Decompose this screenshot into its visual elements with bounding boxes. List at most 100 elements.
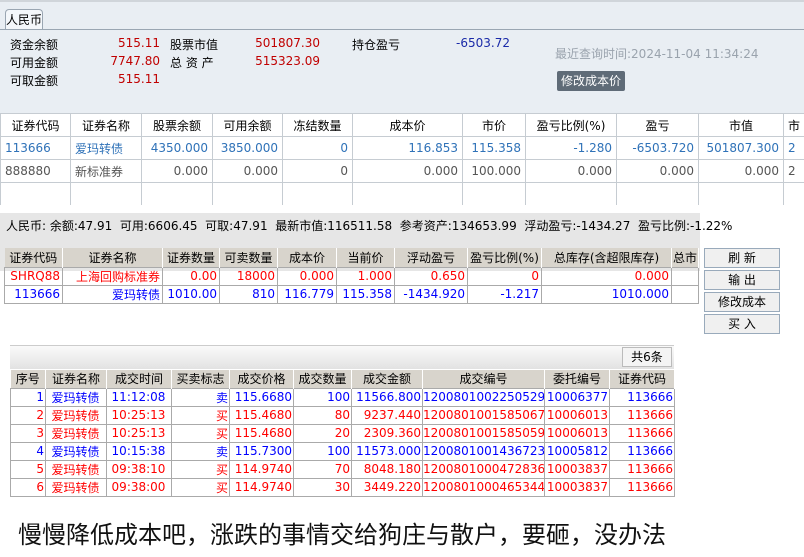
tab-rmb[interactable]: 人民币: [5, 9, 43, 30]
table-row[interactable]: 888880 新标准券 0.000 0.000 0 0.000 100.000 0.000 0.…: [0, 159, 804, 183]
table-cell: 113666: [609, 459, 675, 479]
table-cell: 10006013: [544, 423, 610, 443]
table-cell: 10003837: [544, 459, 610, 479]
table-cell: 1200801002250529: [422, 387, 545, 407]
column-header[interactable]: 盈亏比例(%): [525, 113, 617, 137]
column-header[interactable]: 证券名称: [70, 113, 142, 137]
column-header[interactable]: 可用余额: [212, 113, 283, 137]
label-total-assets: 总 资 产: [170, 56, 214, 70]
table-cell: 115.7300: [229, 441, 294, 461]
table-row[interactable]: 113666 爱玛转债 4350.000 3850.000 0 116.853 115.35…: [0, 136, 804, 160]
column-header[interactable]: 当前价: [336, 248, 395, 267]
export-button[interactable]: 输 出: [704, 270, 780, 290]
column-header[interactable]: 市: [783, 113, 804, 137]
column-header[interactable]: 成交价格: [229, 370, 294, 388]
table-cell: 5: [10, 459, 46, 479]
column-header[interactable]: 序号: [10, 370, 46, 388]
column-header[interactable]: 成本价: [277, 248, 337, 267]
column-header[interactable]: 盈亏: [616, 113, 699, 137]
column-header[interactable]: 成交编号: [422, 370, 545, 388]
column-header[interactable]: 证券代码: [0, 113, 71, 137]
table-cell: 09:38:00: [106, 477, 172, 497]
table-cell: -1434.920: [394, 284, 468, 304]
column-header[interactable]: 成本价: [352, 113, 463, 137]
column-header[interactable]: 证券名称: [62, 248, 163, 267]
table-row[interactable]: 3 爱玛转债 10:25:13 买 115.4680 20 2309.360 12008010…: [10, 423, 675, 443]
buy-button[interactable]: 买 入: [704, 314, 780, 334]
empty-cell: [462, 182, 526, 206]
column-header[interactable]: 可卖数量: [219, 248, 278, 267]
edit-cost-button[interactable]: 修改成本价: [557, 71, 625, 91]
empty-cell: [525, 182, 617, 206]
table-cell: 113666: [609, 423, 675, 443]
table-cell: 1200801000465344: [422, 477, 545, 497]
column-header[interactable]: 证券名称: [45, 370, 107, 388]
table-row[interactable]: 4 爱玛转债 10:15:38 卖 115.7300 100 11573.000 120080…: [10, 441, 675, 461]
value-withdrawable: 515.11: [118, 72, 160, 86]
table-cell: 爱玛转债: [45, 405, 107, 425]
table-cell: 10003837: [544, 477, 610, 497]
value-available: 7747.80: [110, 54, 160, 68]
refresh-button[interactable]: 刷 新: [704, 248, 780, 268]
column-header[interactable]: 总库存(含超限库存): [541, 248, 672, 267]
table-cell: 80: [293, 405, 352, 425]
table-cell: 0: [282, 159, 353, 183]
column-header[interactable]: 买卖标志: [171, 370, 230, 388]
column-header[interactable]: 总市: [671, 248, 699, 267]
table-cell: 10005812: [544, 441, 610, 461]
table-cell: 卖: [171, 387, 230, 407]
table-cell: 0.000: [698, 159, 784, 183]
column-header[interactable]: 冻结数量: [282, 113, 353, 137]
table-cell: 116.853: [352, 136, 463, 160]
table-cell: 11573.000: [351, 441, 423, 461]
column-header[interactable]: 股票余额: [141, 113, 213, 137]
table-row[interactable]: 5 爱玛转债 09:38:10 买 114.9740 70 8048.180 12008010…: [10, 459, 675, 479]
trades-toolbar: [10, 345, 674, 369]
holdings-table: 证券代码 证券名称 证券数量 可卖数量 成本价 当前价 浮动盈亏 盈亏比例(%) 总库存(含超限…: [4, 248, 699, 304]
positions-panel-1: 人民币 资金余额 515.11 可用金额 7747.80 可取金额 515.11…: [0, 0, 804, 206]
column-header[interactable]: 市值: [698, 113, 784, 137]
label-cash-balance: 资金余额: [10, 38, 59, 52]
table-cell: 1200801001585059: [422, 423, 545, 443]
table-cell: SHRQ88: [4, 266, 63, 286]
table-cell: 0.650: [394, 266, 468, 286]
table-row[interactable]: SHRQ88 上海回购标准券 0.00 18000 0.000 1.000 0.650 0 0.…: [4, 266, 699, 286]
column-header[interactable]: 市价: [462, 113, 526, 137]
column-header[interactable]: 证券代码: [4, 248, 63, 267]
table-cell: 1200801000472836: [422, 459, 545, 479]
caption-text: 慢慢降低成本吧，涨跌的事情交给狗庄与散户，要砸，没办法: [18, 521, 666, 549]
column-header[interactable]: 成交时间: [106, 370, 172, 388]
column-header[interactable]: 委托编号: [544, 370, 610, 388]
table-row[interactable]: 2 爱玛转债 10:25:13 买 115.4680 80 9237.440 12008010…: [10, 405, 675, 425]
edit-cost-button-2[interactable]: 修改成本: [704, 292, 780, 312]
table-cell: 4350.000: [141, 136, 213, 160]
table-cell: 3850.000: [212, 136, 283, 160]
column-header[interactable]: 浮动盈亏: [394, 248, 468, 267]
table-cell: 3449.220: [351, 477, 423, 497]
table-row[interactable]: 6 爱玛转债 09:38:00 买 114.9740 30 3449.220 12008010…: [10, 477, 675, 497]
table-cell: 0.000: [212, 159, 283, 183]
table-cell: 1.000: [336, 266, 395, 286]
column-header[interactable]: 证券代码: [609, 370, 675, 388]
table-cell: 1: [10, 387, 46, 407]
table-cell: 卖: [171, 441, 230, 461]
label-stock-value: 股票市值: [170, 38, 219, 52]
table-row[interactable]: 1 爱玛转债 11:12:08 卖 115.6680 100 11566.800 120080…: [10, 387, 675, 407]
table-cell: 买: [171, 405, 230, 425]
column-header[interactable]: 成交金额: [351, 370, 423, 388]
table-cell: 爱玛转债: [45, 477, 107, 497]
empty-row: [0, 182, 804, 206]
column-header[interactable]: 证券数量: [162, 248, 220, 267]
table-cell: 10006013: [544, 405, 610, 425]
table-cell: 1200801001436723: [422, 441, 545, 461]
column-header[interactable]: 成交数量: [293, 370, 352, 388]
empty-cell: [141, 182, 213, 206]
column-header[interactable]: 盈亏比例(%): [467, 248, 542, 267]
table-cell: 115.4680: [229, 423, 294, 443]
table-cell: 0.000: [352, 159, 463, 183]
table-cell: 70: [293, 459, 352, 479]
table-cell: 8048.180: [351, 459, 423, 479]
table-row[interactable]: 113666 爱玛转债 1010.00 810 116.779 115.358 -1434.…: [4, 284, 699, 304]
table-cell: 2309.360: [351, 423, 423, 443]
table-cell: 113666: [609, 441, 675, 461]
